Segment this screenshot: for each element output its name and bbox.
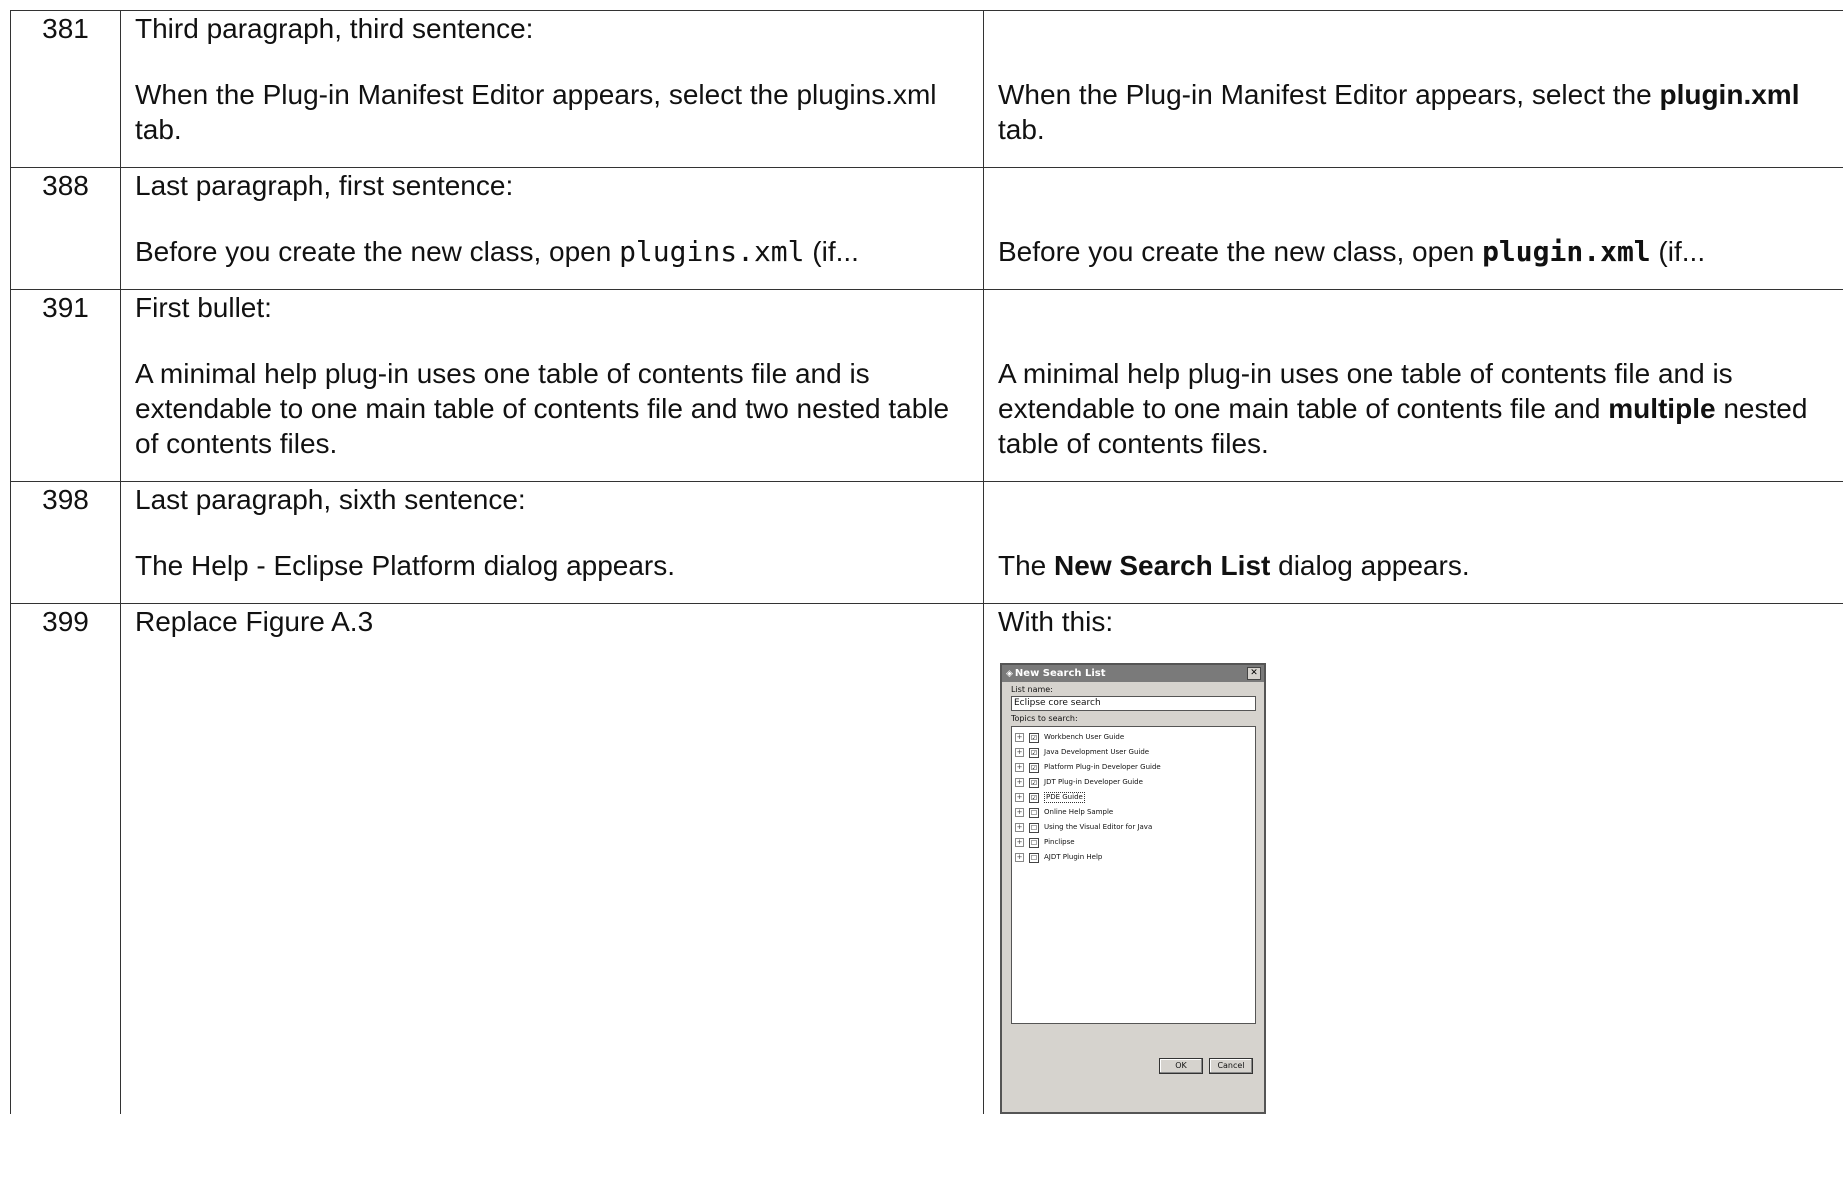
corrected-text: With this: [998, 606, 1114, 637]
corrected-text: A minimal help plug-in uses one table of… [998, 358, 1808, 459]
dialog-title: New Search List [1014, 668, 1106, 679]
topic-label: Platform Plug-in Developer Guide [1044, 763, 1161, 771]
topic-item[interactable]: + ☑ Platform Plug-in Developer Guide [1012, 760, 1255, 775]
expand-icon[interactable]: + [1015, 733, 1024, 742]
topics-tree[interactable]: + ☑ Workbench User Guide + ☑ Java Developmen… [1011, 726, 1256, 1024]
original-text-cell: Replace Figure A.3 [120, 603, 984, 1114]
topic-item[interactable]: + ☐ Pinclipse [1012, 835, 1255, 850]
topic-label: Pinclipse [1044, 838, 1075, 846]
new-search-list-dialog: ◈ New Search List ✕ List name: Eclipse co… [1000, 663, 1266, 1114]
location-text: First bullet: [135, 292, 272, 323]
app-icon: ◈ [1006, 669, 1013, 679]
corrected-code: plugin.xml [1482, 235, 1651, 268]
topic-checkbox[interactable]: ☑ [1029, 747, 1039, 758]
table-row: 388 Last paragraph, first sentence: Befo… [10, 167, 1843, 290]
original-text-cell: Third paragraph, third sentence: When th… [120, 10, 984, 168]
topic-checkbox[interactable]: ☐ [1029, 852, 1039, 863]
corrected-text-cell: The New Search List dialog appears. [983, 481, 1843, 604]
topic-checkbox[interactable]: ☑ [1029, 777, 1039, 788]
list-name-label: List name: [1011, 685, 1053, 694]
expand-icon[interactable]: + [1015, 748, 1024, 757]
corrected-text: Before you create the new class, open pl… [998, 235, 1706, 268]
original-text: The Help - Eclipse Platform dialog appea… [135, 550, 676, 581]
corrected-text-cell: A minimal help plug-in uses one table of… [983, 289, 1843, 482]
corrected-emphasis: multiple [1608, 393, 1716, 424]
topic-label: PDE Guide [1044, 792, 1085, 803]
topic-item[interactable]: + ☑ Workbench User Guide [1012, 730, 1255, 745]
topic-label: Online Help Sample [1044, 808, 1114, 816]
close-icon[interactable]: ✕ [1247, 667, 1261, 680]
topic-label: Workbench User Guide [1044, 733, 1125, 741]
topic-item[interactable]: + ☑ JDT Plug-in Developer Guide [1012, 775, 1255, 790]
dialog-title-bar: ◈ New Search List ✕ [1002, 665, 1264, 682]
corrected-text: The New Search List dialog appears. [998, 550, 1470, 581]
dialog-buttons: OK Cancel [1159, 1058, 1253, 1074]
topic-label: Java Development User Guide [1044, 748, 1150, 756]
expand-icon[interactable]: + [1015, 823, 1024, 832]
table-row: 391 First bullet: A minimal help plug-in… [10, 289, 1843, 482]
topic-label: JDT Plug-in Developer Guide [1044, 778, 1143, 786]
expand-icon[interactable]: + [1015, 853, 1024, 862]
original-text-cell: First bullet: A minimal help plug-in use… [120, 289, 984, 482]
topic-item[interactable]: + ☑ PDE Guide [1012, 790, 1255, 805]
corrected-emphasis: plugin.xml [1659, 79, 1800, 110]
topic-checkbox[interactable]: ☐ [1029, 837, 1039, 848]
page-number: 388 [10, 167, 121, 290]
topic-item[interactable]: + ☑ Java Development User Guide [1012, 745, 1255, 760]
expand-icon[interactable]: + [1015, 778, 1024, 787]
corrected-emphasis: New Search List [1054, 550, 1271, 581]
table-row: 398 Last paragraph, sixth sentence: The … [10, 481, 1843, 604]
ok-button[interactable]: OK [1159, 1058, 1203, 1074]
original-text-cell: Last paragraph, first sentence: Before y… [120, 167, 984, 290]
topic-checkbox[interactable]: ☐ [1029, 807, 1039, 818]
topic-checkbox[interactable]: ☑ [1029, 762, 1039, 773]
topic-checkbox[interactable]: ☑ [1029, 732, 1039, 743]
table-row: 399 Replace Figure A.3 With this: ◈ New S… [10, 603, 1843, 1114]
topic-item[interactable]: + ☐ Using the Visual Editor for Java [1012, 820, 1255, 835]
original-text-cell: Last paragraph, sixth sentence: The Help… [120, 481, 984, 604]
location-text: Last paragraph, first sentence: [135, 170, 514, 201]
topics-label: Topics to search: [1011, 714, 1078, 723]
page-number: 391 [10, 289, 121, 482]
topic-label: Using the Visual Editor for Java [1044, 823, 1153, 831]
list-name-input[interactable]: Eclipse core search [1011, 696, 1256, 711]
location-text: Last paragraph, sixth sentence: [135, 484, 526, 515]
corrected-text-cell: When the Plug-in Manifest Editor appears… [983, 10, 1843, 168]
page-number: 381 [10, 10, 121, 168]
topic-label: AJDT Plugin Help [1044, 853, 1103, 861]
topic-item[interactable]: + ☐ AJDT Plugin Help [1012, 850, 1255, 865]
original-text: A minimal help plug-in uses one table of… [135, 358, 950, 459]
location-text: Third paragraph, third sentence: [135, 13, 534, 44]
expand-icon[interactable]: + [1015, 763, 1024, 772]
original-text: Before you create the new class, open pl… [135, 235, 859, 268]
original-text: When the Plug-in Manifest Editor appears… [135, 79, 937, 145]
errata-table: 381 Third paragraph, third sentence: Whe… [10, 10, 1843, 1114]
corrected-text-cell: With this: ◈ New Search List ✕ List name:… [983, 603, 1843, 1114]
page-number: 398 [10, 481, 121, 604]
page-number: 399 [10, 603, 121, 1114]
table-row: 381 Third paragraph, third sentence: Whe… [10, 10, 1843, 168]
original-text: Replace Figure A.3 [135, 606, 374, 637]
corrected-text-cell: Before you create the new class, open pl… [983, 167, 1843, 290]
expand-icon[interactable]: + [1015, 793, 1024, 802]
corrected-text: When the Plug-in Manifest Editor appears… [998, 79, 1800, 145]
topic-item[interactable]: + ☐ Online Help Sample [1012, 805, 1255, 820]
cancel-button[interactable]: Cancel [1209, 1058, 1253, 1074]
expand-icon[interactable]: + [1015, 808, 1024, 817]
topic-checkbox[interactable]: ☐ [1029, 822, 1039, 833]
expand-icon[interactable]: + [1015, 838, 1024, 847]
original-code: plugins.xml [619, 235, 805, 268]
topic-checkbox[interactable]: ☑ [1029, 792, 1039, 803]
